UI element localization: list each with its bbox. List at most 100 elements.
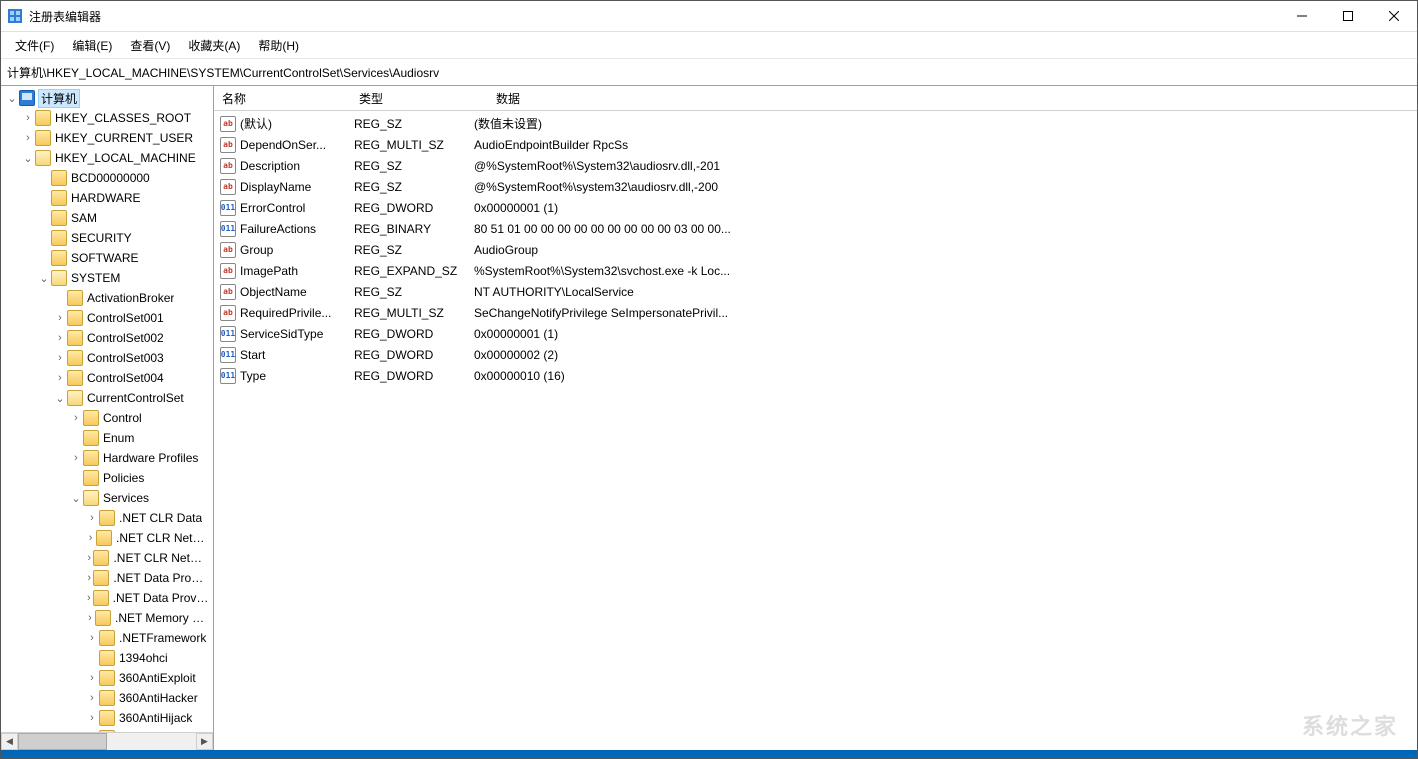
value-row[interactable]: 011ServiceSidTypeREG_DWORD0x00000001 (1) (214, 323, 1417, 344)
tree-item[interactable]: ⌄HKEY_LOCAL_MACHINE (3, 148, 213, 168)
expand-icon[interactable]: › (53, 332, 67, 344)
folder-icon (99, 710, 115, 726)
expand-icon[interactable]: › (85, 512, 99, 524)
tree-item[interactable]: ⌄Services (3, 488, 213, 508)
tree-item[interactable]: ›.NETFramework (3, 628, 213, 648)
value-row[interactable]: 011StartREG_DWORD0x00000002 (2) (214, 344, 1417, 365)
list-header: 名称 类型 数据 (214, 86, 1417, 111)
tree-item[interactable]: ⌄SYSTEM (3, 268, 213, 288)
collapse-icon[interactable]: ⌄ (53, 392, 67, 405)
tree-item-label: .NET CLR Data (119, 511, 202, 525)
tree-horizontal-scrollbar[interactable]: ◀ ▶ (1, 732, 213, 750)
value-row[interactable]: abDisplayNameREG_SZ@%SystemRoot%\system3… (214, 176, 1417, 197)
tree-item[interactable]: BCD00000000 (3, 168, 213, 188)
titlebar[interactable]: 注册表编辑器 (1, 1, 1417, 32)
collapse-icon[interactable]: ⌄ (5, 92, 19, 105)
menu-file[interactable]: 文件(F) (7, 35, 62, 56)
value-row[interactable]: abGroupREG_SZAudioGroup (214, 239, 1417, 260)
address-text: 计算机\HKEY_LOCAL_MACHINE\SYSTEM\CurrentCon… (7, 64, 439, 81)
taskbar[interactable] (1, 750, 1417, 758)
folder-icon (51, 250, 67, 266)
tree-item[interactable]: › .NET CLR Data (3, 508, 213, 528)
value-row[interactable]: abRequiredPrivile...REG_MULTI_SZSeChange… (214, 302, 1417, 323)
tree-item[interactable]: 1394ohci (3, 648, 213, 668)
tree-item[interactable]: SOFTWARE (3, 248, 213, 268)
value-row[interactable]: 011TypeREG_DWORD0x00000010 (16) (214, 365, 1417, 386)
tree-item[interactable]: ⌄CurrentControlSet (3, 388, 213, 408)
tree-item-label: HKEY_CURRENT_USER (55, 131, 193, 145)
tree-item[interactable]: Enum (3, 428, 213, 448)
value-row[interactable]: abDependOnSer...REG_MULTI_SZAudioEndpoin… (214, 134, 1417, 155)
tree-item[interactable]: SAM (3, 208, 213, 228)
registry-tree[interactable]: ⌄计算机›HKEY_CLASSES_ROOT›HKEY_CURRENT_USER… (1, 86, 213, 732)
expand-icon[interactable]: › (85, 612, 95, 624)
tree-item[interactable]: ActivationBroker (3, 288, 213, 308)
scroll-left-icon[interactable]: ◀ (1, 733, 18, 750)
menu-favorites[interactable]: 收藏夹(A) (180, 35, 248, 56)
expand-icon[interactable]: › (85, 592, 93, 604)
tree-item[interactable]: › 360AntiHacker (3, 688, 213, 708)
expand-icon[interactable]: › (69, 412, 83, 424)
tree-item[interactable]: ›.NET Data Provider for SqlServer (3, 588, 213, 608)
expand-icon[interactable]: › (21, 132, 35, 144)
value-row[interactable]: 011ErrorControlREG_DWORD0x00000001 (1) (214, 197, 1417, 218)
tree-item-label: SOFTWARE (71, 251, 139, 265)
expand-icon[interactable]: › (85, 552, 93, 564)
expand-icon[interactable]: › (53, 312, 67, 324)
value-row[interactable]: 011FailureActionsREG_BINARY80 51 01 00 0… (214, 218, 1417, 239)
column-type[interactable]: 类型 (351, 86, 488, 110)
tree-item[interactable]: Policies (3, 468, 213, 488)
column-name[interactable]: 名称 (214, 86, 351, 110)
tree-item[interactable]: HARDWARE (3, 188, 213, 208)
tree-item[interactable]: SECURITY (3, 228, 213, 248)
tree-item[interactable]: ›Control (3, 408, 213, 428)
value-row[interactable]: abDescriptionREG_SZ@%SystemRoot%\System3… (214, 155, 1417, 176)
tree-item[interactable]: ›HKEY_CLASSES_ROOT (3, 108, 213, 128)
expand-icon[interactable]: › (85, 692, 99, 704)
tree-item-label: 360AntiHacker (119, 691, 198, 705)
expand-icon[interactable]: › (85, 672, 99, 684)
tree-item[interactable]: ›.NET CLR Networking (3, 528, 213, 548)
tree-item[interactable]: ›360AntiExploit (3, 668, 213, 688)
tree-item[interactable]: ›ControlSet001 (3, 308, 213, 328)
tree-item[interactable]: ›.NET Memory Cache 4.0 (3, 608, 213, 628)
tree-item[interactable]: ›360AntiHijack (3, 708, 213, 728)
expand-icon[interactable]: › (69, 452, 83, 464)
tree-item[interactable]: ›ControlSet002 (3, 328, 213, 348)
value-row[interactable]: ab(默认)REG_SZ(数值未设置) (214, 113, 1417, 134)
tree-item[interactable]: › HKEY_CURRENT_USER (3, 128, 213, 148)
scroll-track[interactable] (18, 733, 196, 750)
expand-icon[interactable]: › (85, 572, 93, 584)
values-list[interactable]: ab(默认)REG_SZ(数值未设置)abDependOnSer...REG_M… (214, 111, 1417, 386)
string-value-icon: ab (220, 242, 236, 258)
menu-edit[interactable]: 编辑(E) (64, 35, 120, 56)
collapse-icon[interactable]: ⌄ (69, 492, 83, 505)
tree-item[interactable]: ›ControlSet003 (3, 348, 213, 368)
expand-icon[interactable]: › (85, 632, 99, 644)
value-name: Description (240, 159, 354, 173)
address-bar[interactable]: 计算机\HKEY_LOCAL_MACHINE\SYSTEM\CurrentCon… (1, 59, 1417, 86)
value-row[interactable]: abImagePathREG_EXPAND_SZ%SystemRoot%\Sys… (214, 260, 1417, 281)
tree-item[interactable]: ⌄计算机 (3, 88, 213, 108)
collapse-icon[interactable]: ⌄ (21, 152, 35, 165)
expand-icon[interactable]: › (53, 372, 67, 384)
tree-item[interactable]: ›.NET CLR Networking 4.0.0.0 (3, 548, 213, 568)
expand-icon[interactable]: › (53, 352, 67, 364)
minimize-button[interactable] (1279, 1, 1325, 31)
tree-item[interactable]: ›ControlSet004 (3, 368, 213, 388)
expand-icon[interactable]: › (21, 112, 35, 124)
folder-icon (67, 290, 83, 306)
expand-icon[interactable]: › (85, 532, 96, 544)
scroll-right-icon[interactable]: ▶ (196, 733, 213, 750)
scroll-thumb[interactable] (18, 733, 107, 750)
tree-item[interactable]: ›Hardware Profiles (3, 448, 213, 468)
menu-view[interactable]: 查看(V) (122, 35, 178, 56)
menu-help[interactable]: 帮助(H) (250, 35, 307, 56)
column-data[interactable]: 数据 (488, 86, 1417, 110)
tree-item[interactable]: ›.NET Data Provider for Oracle (3, 568, 213, 588)
expand-icon[interactable]: › (85, 712, 99, 724)
value-row[interactable]: abObjectNameREG_SZNT AUTHORITY\LocalServ… (214, 281, 1417, 302)
maximize-button[interactable] (1325, 1, 1371, 31)
collapse-icon[interactable]: ⌄ (37, 272, 51, 285)
close-button[interactable] (1371, 1, 1417, 31)
